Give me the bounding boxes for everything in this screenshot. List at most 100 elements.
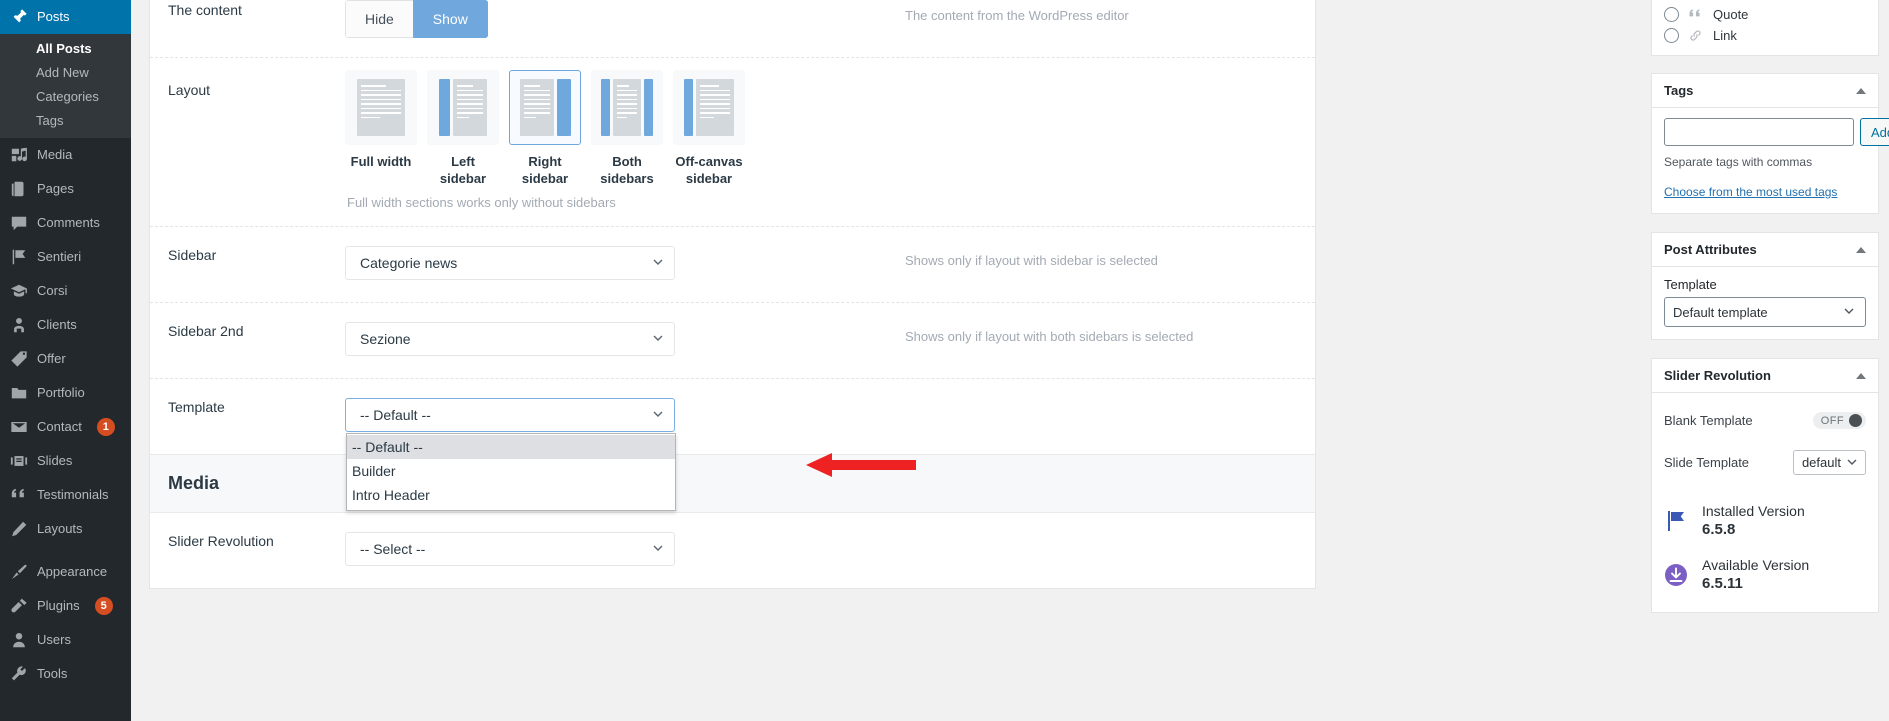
sidebar-item-label: Plugins: [37, 598, 80, 613]
template-option-intro-header[interactable]: Intro Header: [347, 483, 675, 507]
layout-thumb-right-sidebar: [509, 70, 581, 145]
tags-box-header[interactable]: Tags: [1652, 74, 1878, 108]
collapse-toggle-icon[interactable]: [1856, 87, 1866, 94]
sidebar-item-label: Clients: [37, 317, 77, 332]
format-option-link[interactable]: Link: [1664, 25, 1866, 46]
sidebar-item-media[interactable]: Media: [0, 138, 131, 172]
brush-icon: [9, 562, 29, 582]
row-label-sidebar-2nd: Sidebar 2nd: [168, 323, 244, 339]
quote-icon: [9, 485, 29, 505]
sidebar-item-contact[interactable]: Contact 1: [0, 410, 131, 444]
wrench-icon: [9, 664, 29, 684]
template-option-builder[interactable]: Builder: [347, 459, 675, 483]
sidebar-item-label: Tools: [37, 666, 68, 681]
portfolio-icon: [9, 383, 29, 403]
layout-caption: Both sidebars: [600, 154, 654, 186]
layout-option-full-width[interactable]: Full width: [345, 70, 417, 187]
tag-input[interactable]: [1664, 118, 1854, 146]
sidebar-item-comments[interactable]: Comments: [0, 206, 131, 240]
slider-revolution-box-header[interactable]: Slider Revolution: [1652, 359, 1878, 393]
layout-option-left-sidebar[interactable]: Left sidebar: [427, 70, 499, 187]
chevron-down-icon: [1844, 308, 1854, 315]
slide-template-select[interactable]: default: [1792, 450, 1866, 475]
sidebar-2nd-select[interactable]: Sezione: [345, 322, 675, 356]
submenu-item-tags[interactable]: Tags: [0, 109, 131, 133]
sidebar-item-pages[interactable]: Pages: [0, 172, 131, 206]
sidebar-item-label: Layouts: [37, 521, 83, 536]
radio-link[interactable]: [1664, 28, 1679, 43]
format-label-link: Link: [1713, 28, 1737, 43]
posts-submenu: All Posts Add New Categories Tags: [0, 34, 131, 138]
available-version-value: 6.5.11: [1702, 575, 1743, 592]
slider-revolution-select[interactable]: -- Select --: [345, 532, 675, 566]
sidebar-item-offer[interactable]: Offer: [0, 342, 131, 376]
right-sidebar-column: Quote Link Tags Add: [1651, 0, 1889, 631]
template-select[interactable]: -- Default -- -- Default -- Builder Intr…: [345, 398, 676, 511]
hide-button[interactable]: Hide: [345, 0, 413, 38]
sidebar-item-plugins[interactable]: Plugins 5: [0, 589, 131, 623]
layout-hint: Full width sections works only without s…: [347, 195, 616, 210]
sidebar-item-tools[interactable]: Tools: [0, 657, 131, 691]
sidebar-item-posts[interactable]: Posts: [0, 0, 139, 34]
radio-quote[interactable]: [1664, 7, 1679, 22]
sidebar-item-layouts[interactable]: Layouts: [0, 512, 131, 546]
pages-icon: [9, 179, 29, 199]
post-attributes-box-header[interactable]: Post Attributes: [1652, 233, 1878, 267]
sidebar-select[interactable]: Categorie news: [345, 246, 675, 280]
sidebar-item-appearance[interactable]: Appearance: [0, 555, 131, 589]
sidebar-2nd-row-description: Shows only if layout with both sidebars …: [905, 329, 1194, 344]
graduation-cap-icon: [9, 281, 29, 301]
layout-option-both-sidebars[interactable]: Both sidebars: [591, 70, 663, 187]
post-attributes-box: Post Attributes Template Default templat…: [1651, 232, 1879, 340]
blank-template-state: OFF: [1820, 414, 1844, 427]
slider-revolution-box-title: Slider Revolution: [1664, 368, 1771, 383]
choose-most-used-tags-link[interactable]: Choose from the most used tags: [1664, 185, 1837, 199]
chevron-down-icon: [1847, 459, 1857, 466]
sidebar-row-description: Shows only if layout with sidebar is sel…: [905, 253, 1158, 268]
sidebar-item-label: Pages: [37, 181, 74, 196]
row-label-the-content: The content: [168, 2, 242, 18]
user-icon: [9, 630, 29, 650]
sidebar-item-corsi[interactable]: Corsi: [0, 274, 131, 308]
layout-option-off-canvas-sidebar[interactable]: Off-canvas sidebar: [673, 70, 745, 187]
sidebar-item-clients[interactable]: Clients: [0, 308, 131, 342]
flag-icon: [9, 247, 29, 267]
sidebar-item-sentieri[interactable]: Sentieri: [0, 240, 131, 274]
add-tag-button[interactable]: Add: [1860, 118, 1889, 146]
tags-note: Separate tags with commas: [1664, 155, 1813, 169]
quote-icon: [1688, 7, 1704, 22]
layout-option-right-sidebar[interactable]: Right sidebar: [509, 70, 581, 187]
sidebar-item-slides[interactable]: Slides: [0, 444, 131, 478]
sidebar-item-portfolio[interactable]: Portfolio: [0, 376, 131, 410]
show-button[interactable]: Show: [412, 0, 488, 38]
submenu-item-add-new[interactable]: Add New: [0, 61, 131, 85]
content-visibility-toggle[interactable]: Hide Show: [345, 0, 488, 38]
post-template-value: Default template: [1673, 304, 1768, 320]
slide-template-label: Slide Template: [1664, 455, 1750, 470]
template-option-default[interactable]: -- Default --: [347, 435, 675, 459]
row-label-layout: Layout: [168, 82, 211, 98]
envelope-icon: [9, 417, 29, 437]
collapse-toggle-icon[interactable]: [1856, 372, 1866, 379]
sidebar-item-testimonials[interactable]: Testimonials: [0, 478, 131, 512]
format-option-quote[interactable]: Quote: [1664, 4, 1866, 25]
sidebar-item-label: Offer: [37, 351, 66, 366]
theme-options-metabox: The content Hide Show The content from t…: [149, 0, 1316, 589]
chevron-down-icon: [653, 335, 663, 342]
blank-template-toggle[interactable]: OFF: [1812, 412, 1866, 429]
slider-revolution-box: Slider Revolution Blank Template OFF Sli…: [1651, 358, 1879, 613]
contact-badge-count: 1: [96, 418, 115, 436]
row-layout: Layout Full width Left sidebar Right sid…: [150, 58, 1315, 227]
content-row-description: The content from the WordPress editor: [905, 8, 1129, 23]
collapse-toggle-icon[interactable]: [1856, 246, 1866, 253]
sidebar-item-users[interactable]: Users: [0, 623, 131, 657]
slide-template-row: Slide Template default: [1664, 436, 1866, 482]
submenu-item-categories[interactable]: Categories: [0, 85, 131, 109]
layout-thumb-left-sidebar: [427, 70, 499, 145]
blank-template-label: Blank Template: [1664, 413, 1753, 428]
media-icon: [9, 145, 29, 165]
template-select-options[interactable]: -- Default -- Builder Intro Header: [346, 433, 676, 511]
tags-box: Tags Add Separate tags with commas Choos…: [1651, 73, 1889, 214]
post-template-select[interactable]: Default template: [1664, 297, 1866, 327]
submenu-item-all-posts[interactable]: All Posts: [0, 37, 131, 61]
